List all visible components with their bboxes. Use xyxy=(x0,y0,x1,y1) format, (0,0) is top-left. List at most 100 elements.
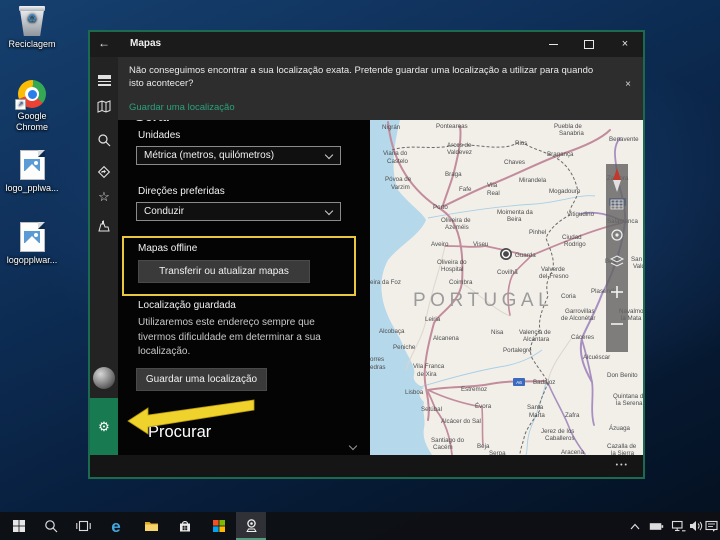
sidebar-item-favorites[interactable]: ☆ xyxy=(90,184,118,210)
map-icon xyxy=(97,99,111,113)
map-label: Covilhã xyxy=(497,269,518,276)
account-avatar[interactable] xyxy=(90,365,118,391)
sidebar-item-directions[interactable] xyxy=(90,159,118,185)
back-icon[interactable]: ← xyxy=(98,36,110,50)
current-location-marker xyxy=(500,248,512,260)
scroll-down-icon[interactable] xyxy=(348,441,358,451)
map-label: de Alconétar xyxy=(561,315,595,322)
map-label: Porto xyxy=(433,204,448,211)
task-view-button[interactable] xyxy=(68,512,98,540)
map-label: Zafra xyxy=(565,412,580,419)
map-label: Valde xyxy=(633,263,643,270)
map-label: Estremoz xyxy=(461,386,487,393)
map-label: Ázuaga xyxy=(609,425,631,432)
desktop-icon-recycle-bin[interactable]: ♻ Reciclagem xyxy=(0,6,64,50)
map-label: Nisa xyxy=(491,329,504,336)
windows-colored-icon xyxy=(213,520,225,532)
map-label: Valdevez xyxy=(447,149,472,156)
map-label: Hospital xyxy=(441,266,463,273)
sidebar-item-map[interactable] xyxy=(90,93,118,119)
map-label: Ponteareas xyxy=(436,123,468,130)
annotation-arrow xyxy=(127,399,255,435)
file-explorer-button[interactable] xyxy=(136,512,166,540)
save-location-button[interactable]: Guardar uma localização xyxy=(136,368,267,391)
map-label: Quintana d xyxy=(613,393,643,400)
map-label: Cazalla de xyxy=(607,443,637,450)
desktop: ♻ Reciclagem ↗ Google Chrome logo_pplwa.… xyxy=(0,0,720,540)
sidebar-item-settings-active[interactable]: ⚙ xyxy=(90,398,118,455)
map-label: Valencia de xyxy=(519,329,551,336)
more-options-icon[interactable]: ••• xyxy=(616,462,629,469)
map-label: Bragança xyxy=(547,151,574,158)
map-label: Vila Franca xyxy=(413,363,445,370)
map-canvas[interactable]: PORTUGAL Nigrán Ponteareas Puebla de Sanabr… xyxy=(370,120,643,455)
save-location-link[interactable]: Guardar uma localização xyxy=(129,102,235,113)
maximize-button[interactable] xyxy=(571,32,607,57)
map-label: del-Fresno xyxy=(539,273,569,280)
map-controls[interactable] xyxy=(606,164,628,352)
minimize-button[interactable] xyxy=(535,32,571,57)
taskbar-search-button[interactable] xyxy=(36,512,66,540)
map-label: Alcácer do Sal xyxy=(441,418,481,425)
saved-location-description: Utilizaremos este endereço sempre que ti… xyxy=(138,317,321,357)
start-button[interactable] xyxy=(4,512,34,540)
map-label: Leiria xyxy=(425,316,441,323)
map-label: Nigrán xyxy=(382,124,401,131)
map-label: Alcanena xyxy=(433,335,459,342)
map-label: Guarda xyxy=(515,252,536,259)
menu-button[interactable] xyxy=(90,63,118,89)
close-button[interactable]: × xyxy=(607,32,643,57)
buildings-icon xyxy=(98,220,110,232)
map-label: Vitigudino xyxy=(567,211,595,218)
map-label: Alcuéscar xyxy=(583,354,610,361)
map-label: Jerez de los xyxy=(541,428,574,435)
task-view-icon xyxy=(75,520,91,532)
tray-battery-button[interactable] xyxy=(646,512,666,540)
units-select[interactable]: Métrica (metros, quilómetros) xyxy=(136,146,341,165)
chevron-down-icon xyxy=(324,206,334,216)
tray-network-button[interactable] xyxy=(668,512,688,540)
map-label: Oliveira de xyxy=(441,217,471,224)
map-label: orres xyxy=(370,356,384,363)
maps-pin-icon xyxy=(245,518,257,532)
map-label: Alcántara xyxy=(523,336,550,343)
title-bar[interactable]: ← Mapas × xyxy=(90,32,643,57)
edge-button[interactable]: e xyxy=(101,512,131,540)
windows-colored-app-button[interactable] xyxy=(204,512,234,540)
globe-avatar-icon xyxy=(93,367,115,389)
nav-sidebar: ☆ ⚙ xyxy=(90,57,118,455)
map-label: Fafe xyxy=(459,186,472,193)
tray-show-hidden-button[interactable] xyxy=(626,512,644,540)
map-label: la Serena xyxy=(616,400,643,407)
saved-location-label: Localização guardada xyxy=(138,300,236,311)
desktop-icon-logopplwar[interactable]: logopplwar... xyxy=(0,222,64,266)
map-label: de Xira xyxy=(417,371,437,378)
map-label: Setúbal xyxy=(421,406,442,413)
sidebar-item-3d-cities[interactable] xyxy=(90,213,118,239)
desktop-icon-label: Google Chrome xyxy=(15,111,48,132)
banner-close-button[interactable]: × xyxy=(625,79,631,90)
star-icon: ☆ xyxy=(98,189,110,204)
desktop-icon-google-chrome[interactable]: ↗ Google Chrome xyxy=(0,80,64,133)
map-label: Azeméis xyxy=(445,224,469,231)
map-label: Don Benito xyxy=(607,372,638,379)
map-label: Badajoz xyxy=(533,379,555,386)
map-label: Viseu xyxy=(473,241,489,248)
sidebar-item-search[interactable] xyxy=(90,127,118,153)
desktop-icon-logo-pplwa[interactable]: logo_pplwa... xyxy=(0,150,64,194)
map-label: Real xyxy=(487,190,500,197)
map-label: Santa xyxy=(527,404,544,411)
folder-icon xyxy=(144,522,158,531)
chevron-down-icon xyxy=(324,150,334,160)
tray-action-center-button[interactable] xyxy=(702,512,720,540)
taskbar-maps-button-active[interactable] xyxy=(236,512,266,540)
store-button[interactable] xyxy=(170,512,200,540)
section-heading-clipped: Geral xyxy=(134,120,254,125)
edge-icon: e xyxy=(111,516,121,536)
directions-select[interactable]: Conduzir xyxy=(136,202,341,221)
road-shield-label: A6 xyxy=(516,380,522,386)
volume-icon xyxy=(690,521,703,531)
map-label: Ciudad xyxy=(562,234,582,241)
download-update-maps-button[interactable]: Transferir ou atualizar mapas xyxy=(138,260,310,283)
map-label: Benavente xyxy=(609,136,639,143)
